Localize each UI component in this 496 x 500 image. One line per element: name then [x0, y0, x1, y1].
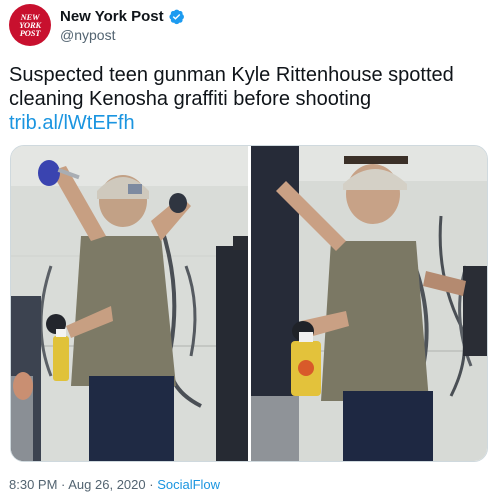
tweet-source[interactable]: SocialFlow [157, 477, 220, 492]
photo-left[interactable] [11, 146, 248, 461]
display-name-row[interactable]: New York Post [60, 8, 185, 25]
verified-badge-icon [169, 9, 184, 25]
tweet-time[interactable]: 8:30 PM [9, 477, 57, 492]
photo-right[interactable] [250, 146, 487, 461]
tweet-text-line: cleaning Kenosha graffiti before shootin… [9, 88, 372, 110]
separator: · [57, 477, 69, 492]
tweet: NEW YORK POST New York Post @nypost Susp… [0, 0, 496, 500]
display-name[interactable]: New York Post [60, 8, 164, 25]
avatar[interactable]: NEW YORK POST [9, 4, 51, 46]
tweet-meta: 8:30 PM · Aug 26, 2020 · SocialFlow [9, 477, 220, 492]
separator: · [145, 477, 158, 492]
tweet-date[interactable]: Aug 26, 2020 [68, 477, 145, 492]
tweet-text-line: Suspected teen gunman Kyle Rittenhouse s… [9, 64, 454, 86]
handle[interactable]: @nypost [60, 27, 115, 43]
tweet-link[interactable]: trib.al/lWtEFfh [9, 111, 487, 135]
media-grid [10, 145, 488, 462]
tweet-text: Suspected teen gunman Kyle Rittenhouse s… [9, 63, 487, 135]
nypost-logo: NEW YORK POST [19, 12, 41, 38]
